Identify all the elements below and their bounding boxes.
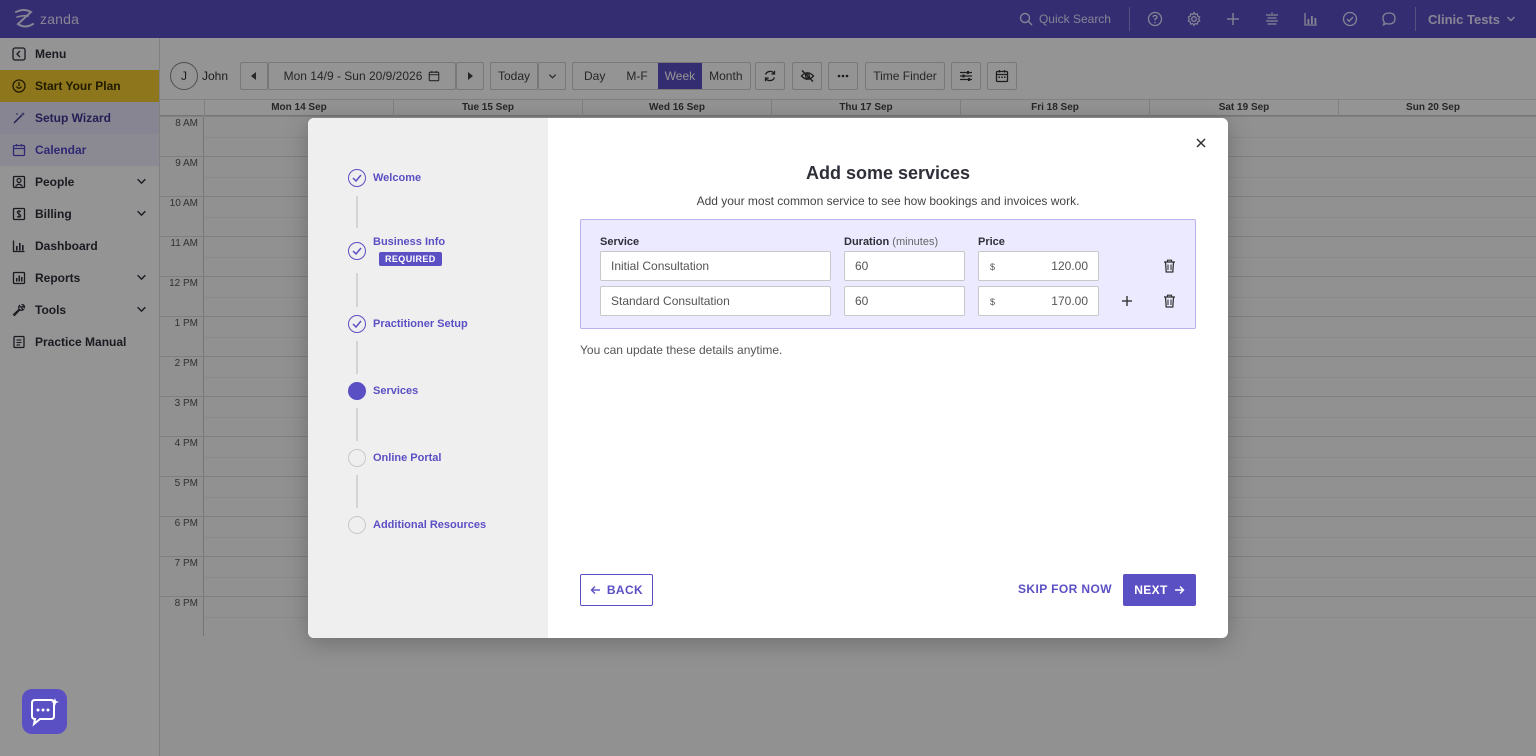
wizard-content: Add some services Add your most common s… <box>548 118 1228 638</box>
arrow-right-icon <box>1174 586 1185 594</box>
add-service-button[interactable] <box>1119 293 1135 309</box>
helper-note: You can update these details anytime. <box>580 343 783 357</box>
service-column-header: Service <box>600 236 640 248</box>
price-input[interactable] <box>978 251 1099 281</box>
wizard-steps: Welcome Business Info REQUIRED Practitio… <box>308 118 548 638</box>
step-label: Online Portal <box>373 452 442 464</box>
step-practitioner-setup[interactable]: Practitioner Setup <box>348 315 468 333</box>
service-name-input[interactable] <box>600 286 831 316</box>
step-connector <box>356 273 358 307</box>
check-circle-icon <box>348 315 366 333</box>
close-icon[interactable] <box>1194 136 1208 150</box>
arrow-left-icon <box>590 586 600 594</box>
page-subtitle: Add your most common service to see how … <box>696 194 1080 208</box>
step-label: Practitioner Setup <box>373 318 468 330</box>
next-label: NEXT <box>1134 583 1168 597</box>
step-label: Services <box>373 385 419 397</box>
page-title: Add some services <box>805 163 971 183</box>
price-input[interactable] <box>978 286 1099 316</box>
back-label: BACK <box>606 583 644 597</box>
delete-service-button[interactable] <box>1161 258 1177 274</box>
chat-bot-icon <box>30 697 59 727</box>
price-column-header: Price <box>978 236 1005 248</box>
delete-service-button[interactable] <box>1161 293 1177 309</box>
step-connector <box>356 475 358 508</box>
step-connector <box>356 341 358 374</box>
step-label: Welcome <box>373 172 422 184</box>
next-button[interactable]: NEXT <box>1123 574 1196 606</box>
step-welcome[interactable]: Welcome <box>348 169 421 187</box>
trash-icon <box>1163 259 1175 273</box>
step-label: Business Info <box>373 236 446 248</box>
plus-icon <box>1122 296 1132 306</box>
step-additional-resources[interactable]: Additional Resources <box>348 516 486 534</box>
current-step-icon <box>348 382 366 400</box>
skip-for-now-button[interactable]: SKIP FOR NOW <box>1018 582 1112 596</box>
currency-symbol: $ <box>990 297 996 307</box>
step-connector <box>356 408 358 441</box>
step-business-info[interactable]: Business Info REQUIRED <box>348 235 445 266</box>
setup-wizard-modal: Welcome Business Info REQUIRED Practitio… <box>308 118 1228 638</box>
pending-step-icon <box>348 516 366 534</box>
currency-symbol: $ <box>990 262 996 272</box>
step-connector <box>356 196 358 228</box>
back-button[interactable]: BACK <box>580 574 653 606</box>
step-services[interactable]: Services <box>348 382 418 400</box>
check-circle-icon <box>348 169 366 187</box>
duration-input[interactable] <box>844 286 965 316</box>
support-chat-button[interactable] <box>22 689 67 734</box>
service-name-input[interactable] <box>600 251 831 281</box>
services-form: Service Duration (minutes) Price $ $ <box>580 219 1196 329</box>
check-circle-icon <box>348 242 366 260</box>
duration-input[interactable] <box>844 251 965 281</box>
trash-icon <box>1163 294 1175 308</box>
step-label: Additional Resources <box>373 519 487 531</box>
required-badge: REQUIRED <box>379 252 442 266</box>
step-online-portal[interactable]: Online Portal <box>348 449 441 467</box>
pending-step-icon <box>348 449 366 467</box>
duration-column-header: Duration (minutes) <box>844 236 939 248</box>
